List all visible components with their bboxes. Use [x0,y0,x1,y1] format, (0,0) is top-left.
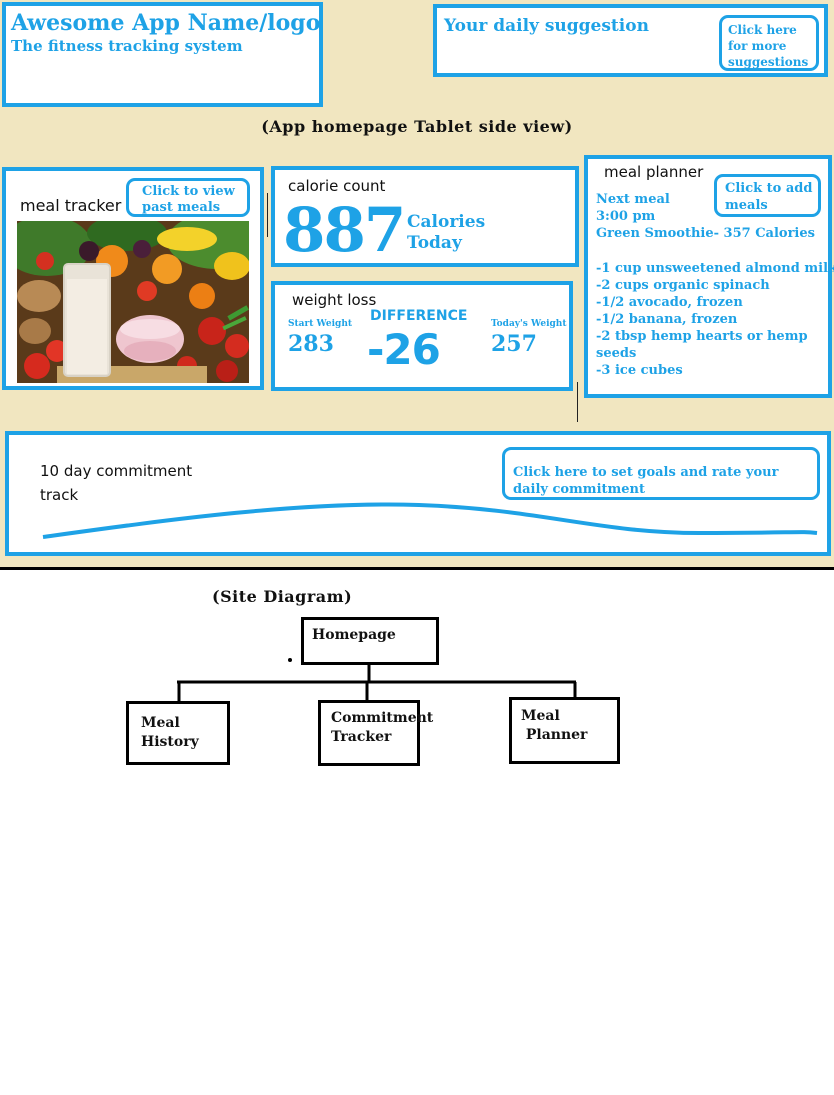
diagram-node-label: History [141,734,199,750]
diagram-node-label: Tracker [331,729,392,745]
diagram-node-label: Homepage [312,627,396,643]
diagram-node-label: Meal [141,715,180,731]
diagram-node-commitment-tracker: Commitment Tracker [318,700,434,766]
diagram-node-label: Commitment [331,710,434,726]
site-diagram-connectors [177,658,577,701]
diagram-node-homepage: Homepage [301,617,439,665]
diagram-node-label: Meal [521,708,560,724]
diagram-node-meal-planner: Meal Planner [509,697,620,764]
diagram-node-label: Planner [521,727,588,743]
diagram-node-meal-history: Meal History [126,701,230,765]
